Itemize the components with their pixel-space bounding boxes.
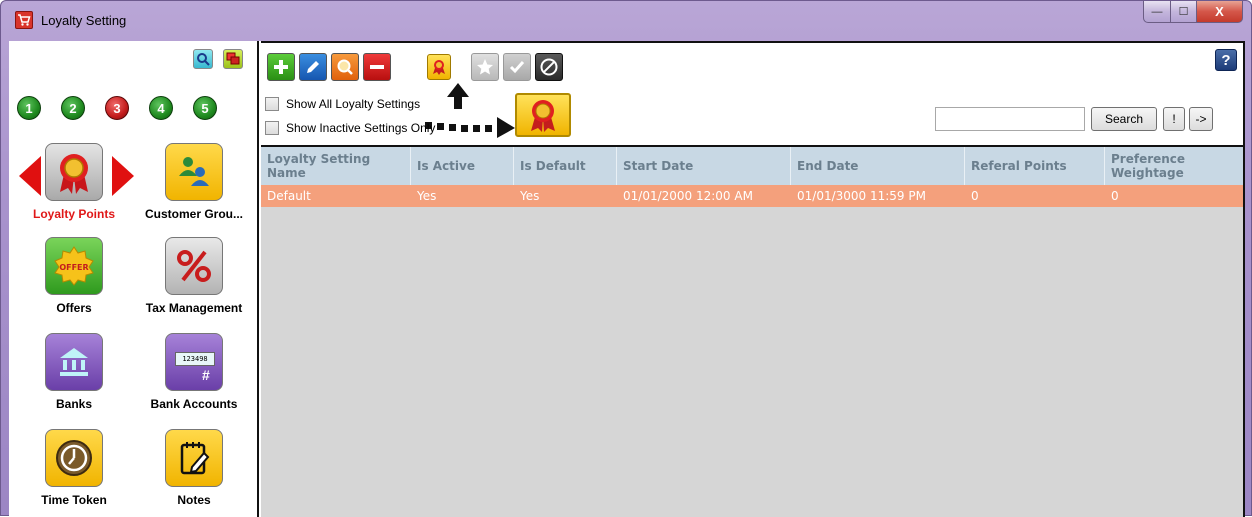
notepad-icon (165, 429, 223, 487)
module-label: Bank Accounts (150, 397, 238, 411)
page-1-button[interactable]: 1 (17, 96, 41, 120)
deactivate-icon[interactable] (535, 53, 563, 81)
maximize-button[interactable]: ☐ (1171, 1, 1197, 23)
module-label: Time Token (41, 493, 107, 507)
percent-icon (165, 237, 223, 295)
app-window: Loyalty Setting — ☐ X 1 2 3 4 5 Loyalty … (0, 0, 1252, 517)
module-customer-group[interactable]: Customer Grou... (139, 143, 249, 221)
column-header-end-date[interactable]: End Date (791, 147, 965, 185)
client-area: 1 2 3 4 5 Loyalty Points Customer Grou..… (9, 41, 1245, 517)
go-button[interactable]: -> (1189, 107, 1213, 131)
minimize-button[interactable]: — (1143, 1, 1171, 23)
table-row[interactable]: Default Yes Yes 01/01/2000 12:00 AM 01/0… (261, 185, 1243, 207)
star-icon[interactable] (471, 53, 499, 81)
main-panel: ? Show All Loyalty Settings Show Inactiv… (261, 41, 1245, 517)
help-button[interactable]: ? (1215, 49, 1237, 71)
column-header-is-active[interactable]: Is Active (411, 147, 514, 185)
column-header-start-date[interactable]: Start Date (617, 147, 791, 185)
cell-name: Default (267, 189, 311, 203)
cart-icon (15, 11, 33, 29)
bank-icon (45, 333, 103, 391)
show-all-loyalty-settings-checkbox[interactable]: Show All Loyalty Settings (265, 97, 420, 111)
module-tax-management[interactable]: Tax Management (139, 237, 249, 315)
clock-icon (45, 429, 103, 487)
page-3-button[interactable]: 3 (105, 96, 129, 120)
column-header-is-default[interactable]: Is Default (514, 147, 617, 185)
module-loyalty-points[interactable]: Loyalty Points (19, 143, 129, 221)
module-label: Notes (177, 493, 211, 507)
column-header-name[interactable]: Loyalty Setting Name (261, 147, 411, 185)
page-5-button[interactable]: 5 (193, 96, 217, 120)
module-offers[interactable]: OFFER Offers (19, 237, 129, 315)
checkbox-box[interactable] (265, 97, 279, 111)
delete-button[interactable] (363, 53, 391, 81)
checkbox-label: Show Inactive Settings Only (286, 121, 436, 135)
check-icon[interactable] (503, 53, 531, 81)
card-number-text: 123498 (175, 352, 215, 366)
edit-icon[interactable] (299, 53, 327, 81)
loyalty-settings-grid: Loyalty Setting Name Is Active Is Defaul… (261, 145, 1243, 517)
search-icon[interactable] (193, 49, 213, 69)
cell-referal-points: 0 (971, 189, 979, 203)
loyalty-award-large-icon (515, 93, 571, 137)
search-button[interactable]: Search (1091, 107, 1157, 131)
close-button[interactable]: X (1197, 1, 1243, 23)
sidebar: 1 2 3 4 5 Loyalty Points Customer Grou..… (9, 41, 259, 517)
cell-is-active: Yes (417, 189, 437, 203)
module-label: Banks (55, 397, 93, 411)
cell-is-default: Yes (520, 189, 540, 203)
search-input[interactable] (935, 107, 1085, 131)
cell-start-date: 01/01/2000 12:00 AM (623, 189, 753, 203)
module-label: Customer Grou... (144, 207, 243, 221)
title-bar[interactable]: Loyalty Setting — ☐ X (1, 1, 1251, 41)
module-label: Offers (56, 301, 92, 315)
module-notes[interactable]: Notes (139, 429, 249, 507)
column-header-referal-points[interactable]: Referal Points (965, 147, 1105, 185)
page-4-button[interactable]: 4 (149, 96, 173, 120)
cell-preference-weightage: 0 (1111, 189, 1119, 203)
loyalty-award-button[interactable] (427, 54, 451, 80)
annotation-arrow-right-icon (425, 117, 515, 138)
add-button[interactable] (267, 53, 295, 81)
cell-end-date: 01/01/3000 11:59 PM (797, 189, 926, 203)
show-inactive-settings-checkbox[interactable]: Show Inactive Settings Only (265, 121, 435, 135)
view-search-icon[interactable] (331, 53, 359, 81)
column-header-preference-weightage[interactable]: Preference Weightage (1105, 147, 1243, 185)
window-title: Loyalty Setting (41, 13, 127, 28)
ribbon-award-icon (45, 143, 103, 201)
hash-glyph: # (202, 367, 210, 383)
page-2-button[interactable]: 2 (61, 96, 85, 120)
svg-text:OFFER: OFFER (59, 263, 88, 272)
checkbox-box[interactable] (265, 121, 279, 135)
module-bank-accounts[interactable]: 123498 # Bank Accounts (139, 333, 249, 411)
offer-badge-icon: OFFER (45, 237, 103, 295)
module-label: Tax Management (145, 301, 243, 315)
module-label: Loyalty Points (32, 207, 115, 221)
windows-icon[interactable] (223, 49, 243, 69)
customer-group-icon (165, 143, 223, 201)
grid-header: Loyalty Setting Name Is Active Is Defaul… (261, 147, 1243, 185)
module-time-token[interactable]: Time Token (19, 429, 129, 507)
module-banks[interactable]: Banks (19, 333, 129, 411)
bank-card-icon: 123498 # (165, 333, 223, 391)
checkbox-label: Show All Loyalty Settings (286, 97, 421, 111)
exact-search-button[interactable]: ! (1163, 107, 1185, 131)
